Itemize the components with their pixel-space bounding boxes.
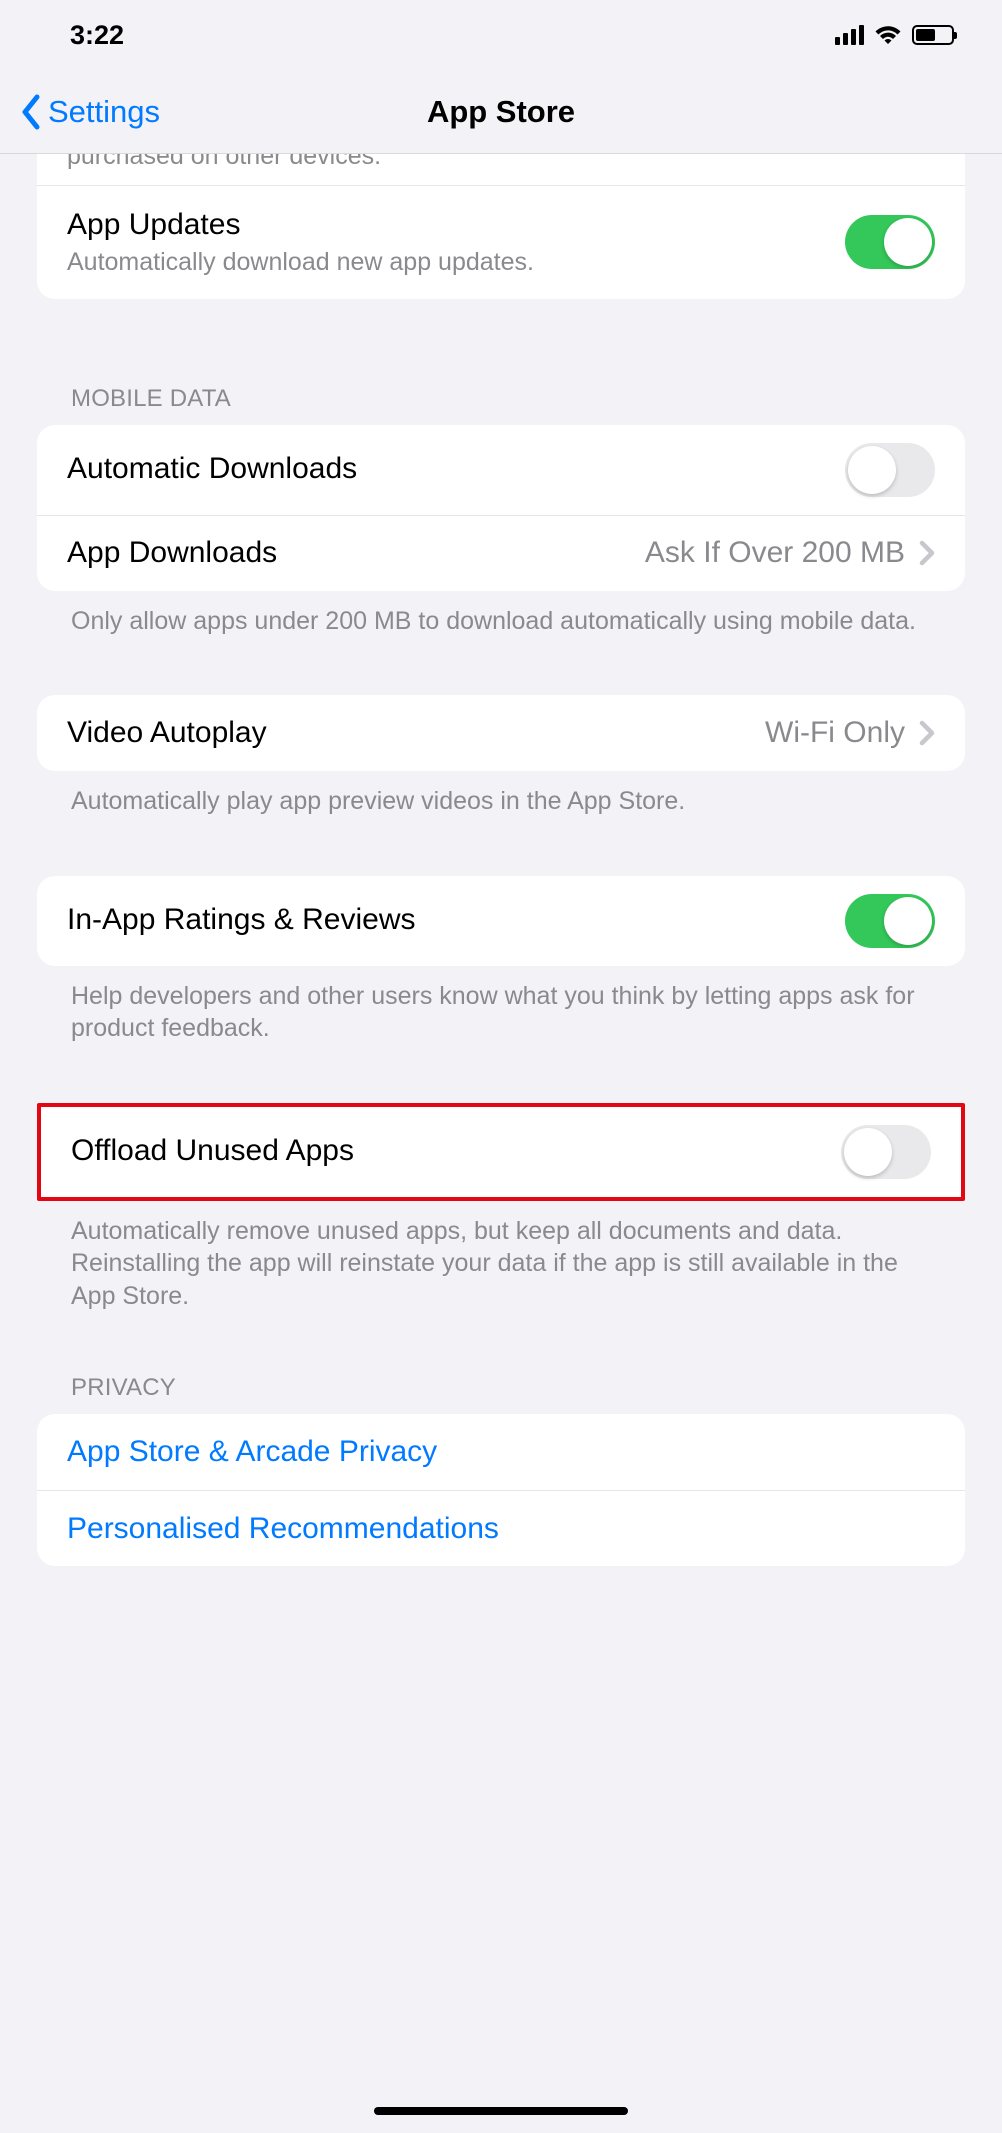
- app-updates-title: App Updates: [67, 208, 829, 243]
- offload-unused-apps-group: Offload Unused Apps: [37, 1103, 965, 1201]
- privacy-header: PRIVACY: [37, 1374, 965, 1414]
- offload-unused-apps-title: Offload Unused Apps: [71, 1134, 825, 1169]
- back-label: Settings: [48, 94, 160, 130]
- previous-row-subtitle: purchased on other devices.: [37, 154, 965, 186]
- mobile-data-header: MOBILE DATA: [37, 385, 965, 425]
- automatic-downloads-row[interactable]: Automatic Downloads: [37, 425, 965, 515]
- offload-unused-apps-toggle[interactable]: [841, 1125, 931, 1179]
- video-autoplay-value: Wi-Fi Only: [765, 716, 905, 750]
- app-updates-row[interactable]: App Updates Automatically download new a…: [37, 186, 965, 299]
- status-bar: 3:22: [0, 0, 1002, 70]
- personalised-recommendations-link: Personalised Recommendations: [67, 1512, 499, 1546]
- nav-bar: Settings App Store: [0, 70, 1002, 154]
- video-autoplay-footer: Automatically play app preview videos in…: [37, 771, 965, 818]
- chevron-right-icon: [919, 540, 935, 566]
- app-downloads-title: App Downloads: [67, 536, 629, 571]
- appstore-arcade-privacy-row[interactable]: App Store & Arcade Privacy: [37, 1414, 965, 1490]
- ratings-reviews-toggle[interactable]: [845, 894, 935, 948]
- app-downloads-value: Ask If Over 200 MB: [645, 536, 905, 570]
- status-time: 3:22: [70, 20, 124, 51]
- chevron-right-icon: [919, 720, 935, 746]
- automatic-downloads-title: Automatic Downloads: [67, 452, 829, 487]
- offload-unused-apps-footer: Automatically remove unused apps, but ke…: [37, 1201, 965, 1313]
- app-updates-toggle[interactable]: [845, 215, 935, 269]
- personalised-recommendations-row[interactable]: Personalised Recommendations: [37, 1490, 965, 1566]
- appstore-arcade-privacy-link: App Store & Arcade Privacy: [67, 1435, 437, 1469]
- chevron-left-icon: [20, 94, 42, 130]
- wifi-icon: [874, 24, 902, 46]
- page-title: App Store: [427, 94, 575, 130]
- ratings-reviews-group: In-App Ratings & Reviews: [37, 876, 965, 966]
- ratings-reviews-row[interactable]: In-App Ratings & Reviews: [37, 876, 965, 966]
- mobile-data-footer: Only allow apps under 200 MB to download…: [37, 591, 965, 638]
- home-indicator[interactable]: [374, 2107, 628, 2115]
- automatic-downloads-group: purchased on other devices. App Updates …: [37, 154, 965, 299]
- ratings-reviews-title: In-App Ratings & Reviews: [67, 903, 829, 938]
- app-downloads-row[interactable]: App Downloads Ask If Over 200 MB: [37, 515, 965, 591]
- video-autoplay-title: Video Autoplay: [67, 716, 749, 751]
- mobile-data-group: Automatic Downloads App Downloads Ask If…: [37, 425, 965, 591]
- status-indicators: [835, 24, 954, 46]
- cellular-signal-icon: [835, 25, 864, 45]
- ratings-reviews-footer: Help developers and other users know wha…: [37, 966, 965, 1045]
- offload-unused-apps-row[interactable]: Offload Unused Apps: [41, 1107, 961, 1197]
- app-updates-subtitle: Automatically download new app updates.: [67, 247, 829, 277]
- automatic-downloads-toggle[interactable]: [845, 443, 935, 497]
- video-autoplay-row[interactable]: Video Autoplay Wi-Fi Only: [37, 695, 965, 771]
- video-autoplay-group: Video Autoplay Wi-Fi Only: [37, 695, 965, 771]
- back-button[interactable]: Settings: [20, 94, 160, 130]
- battery-icon: [912, 25, 954, 45]
- privacy-group: App Store & Arcade Privacy Personalised …: [37, 1414, 965, 1566]
